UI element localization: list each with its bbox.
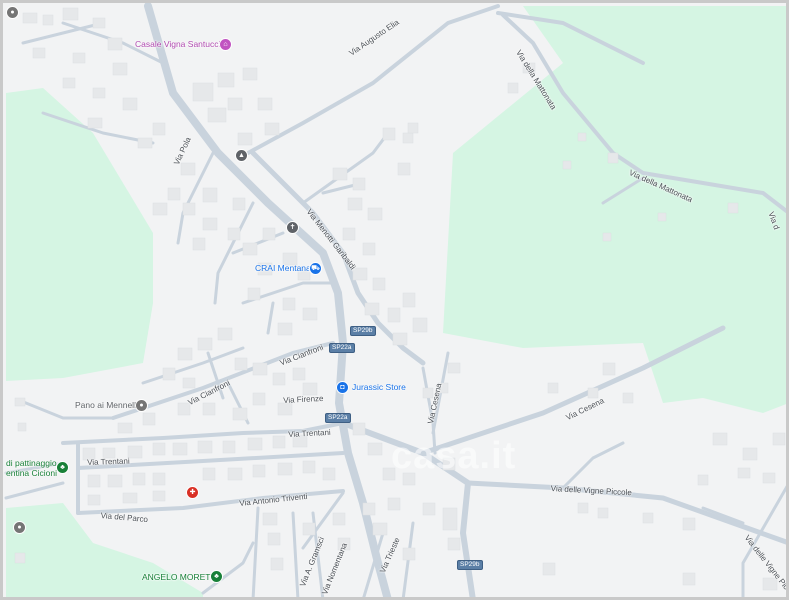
route-shield: SP29b — [457, 560, 483, 570]
street-label: Via Trentani — [86, 456, 130, 467]
route-shield: SP29b — [350, 326, 376, 336]
place-icon[interactable]: ● — [13, 521, 26, 534]
watermark: casa.it — [391, 435, 517, 477]
hospital-icon[interactable]: ✚ — [186, 486, 199, 499]
poi-label: ANGELO MORETTI — [142, 572, 219, 582]
park-icon[interactable]: ♣ — [56, 461, 69, 474]
shopping-bag-icon[interactable]: ◘ — [336, 381, 349, 394]
shopping-cart-icon[interactable]: ⛟ — [309, 262, 322, 275]
poi-label: Casale Vigna Santucci — [135, 39, 221, 49]
place-icon[interactable]: ● — [6, 6, 19, 19]
poi-label: Jurassic Store — [352, 382, 406, 392]
lodging-icon[interactable]: ⌂ — [219, 38, 232, 51]
church-icon[interactable]: ✝ — [286, 221, 299, 234]
poi-label: di pattinaggio entina Cicioni — [6, 458, 58, 478]
map-canvas[interactable]: Via Augusto Elia Via della Mattonata Via… — [0, 0, 789, 600]
route-shield: SP22a — [329, 343, 355, 353]
school-icon[interactable]: ▲ — [235, 149, 248, 162]
map-layer — [4, 3, 786, 597]
route-shield: SP22a — [325, 413, 351, 423]
place-icon[interactable]: ● — [135, 399, 148, 412]
poi-label: CRAI Mentana — [255, 263, 311, 273]
poi-label: Pano ai Mennelli — [75, 400, 138, 410]
park-icon[interactable]: ♣ — [210, 570, 223, 583]
